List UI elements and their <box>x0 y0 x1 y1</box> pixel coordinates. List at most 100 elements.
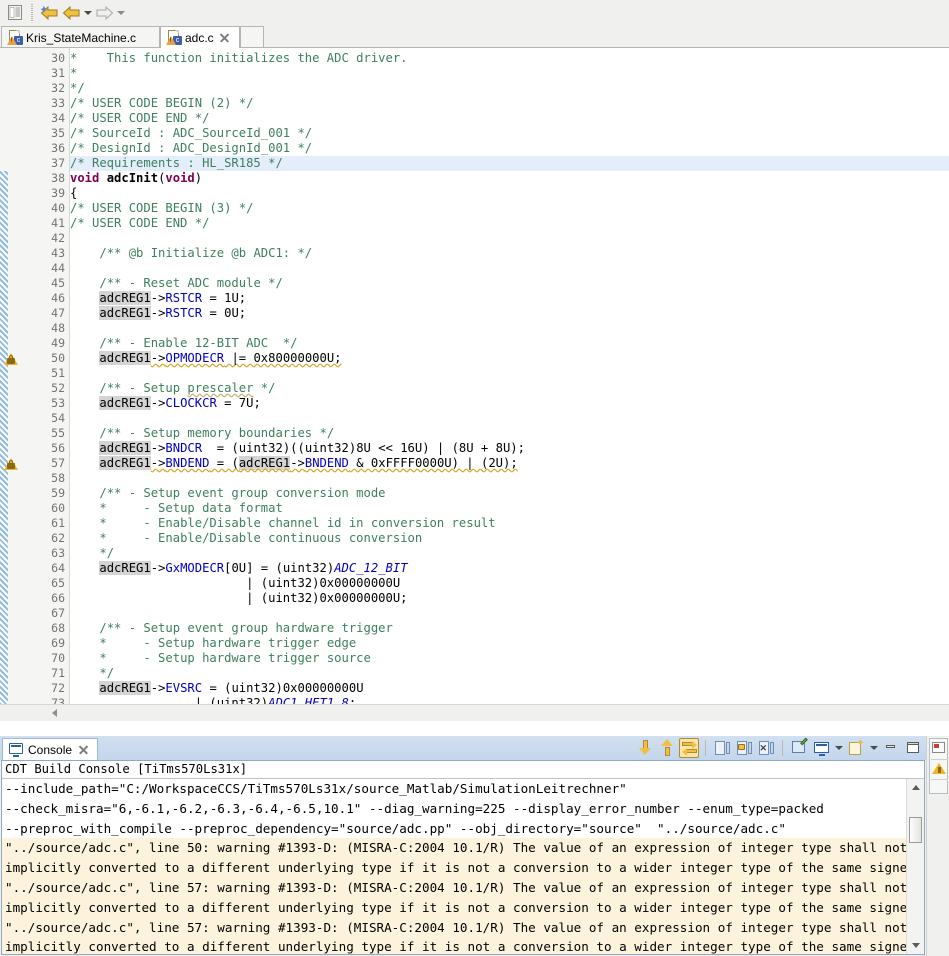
code-line[interactable]: /** - Reset ADC module */ <box>70 276 949 291</box>
problems-view-icon[interactable] <box>932 742 946 756</box>
code-line[interactable]: /* DesignId : ADC_DesignId_001 */ <box>70 141 949 156</box>
minimize-view-button[interactable] <box>881 738 901 758</box>
code-line[interactable]: /* SourceId : ADC_SourceId_001 */ <box>70 126 949 141</box>
code-line[interactable] <box>70 261 949 276</box>
code-line[interactable]: /** - Enable 12-BIT ADC */ <box>70 336 949 351</box>
back-navigation-icon[interactable] <box>60 2 82 23</box>
console-warning-line[interactable]: implicitly converted to a different unde… <box>2 858 907 878</box>
code-line[interactable] <box>70 606 949 621</box>
console-warning-line[interactable]: "../source/adc.c", line 50: warning #139… <box>2 838 907 859</box>
code-line[interactable]: * - Enable/Disable channel id in convers… <box>70 516 949 531</box>
lock-console-icon[interactable] <box>734 738 754 758</box>
scroll-down-arrow-icon[interactable] <box>907 937 924 954</box>
new-console-dropdown-icon[interactable] <box>868 738 879 758</box>
code-line[interactable]: /** - Setup event group conversion mode <box>70 486 949 501</box>
code-line[interactable]: adcREG1->CLOCKCR = 7U; <box>70 396 949 411</box>
remove-console-icon[interactable]: ✕ <box>756 738 776 758</box>
new-console-view-icon[interactable]: ✦ <box>846 738 866 758</box>
close-icon[interactable] <box>218 32 230 44</box>
code-line[interactable]: /* USER CODE END */ <box>70 216 949 231</box>
editor-tab-adc[interactable]: c adc.c <box>160 26 240 49</box>
code-line[interactable]: adcREG1->OPMODECR |= 0x80000000U; <box>70 351 949 366</box>
console-tab[interactable]: Console <box>2 738 99 760</box>
code-line[interactable]: adcREG1->EVSRC = (uint32)0x00000000U <box>70 681 949 696</box>
restore-perspective-icon[interactable] <box>4 2 26 23</box>
warning-marker-icon[interactable] <box>4 457 18 471</box>
display-selected-console-icon[interactable] <box>811 738 831 758</box>
console-output[interactable]: --include_path="C:/WorkspaceCCS/TiTms570… <box>2 779 907 954</box>
console-body: CDT Build Console [TiTms570Ls31x] --incl… <box>1 760 925 955</box>
console-warning-line[interactable]: implicitly converted to a different unde… <box>2 937 907 954</box>
line-number: 31 <box>51 66 65 80</box>
forward-dropdown-icon[interactable] <box>115 2 126 23</box>
code-line[interactable]: adcREG1->GxMODECR[0U] = (uint32)ADC_12_B… <box>70 561 949 576</box>
clear-console-icon[interactable] <box>712 738 732 758</box>
scroll-up-arrow-icon[interactable] <box>907 779 924 796</box>
pin-console-icon[interactable] <box>789 737 809 758</box>
code-line[interactable]: * This function initializes the ADC driv… <box>70 51 949 66</box>
code-line[interactable]: */ <box>70 81 949 96</box>
code-line[interactable]: | (uint32)0x00000000U <box>70 576 949 591</box>
line-number: 55 <box>51 426 65 440</box>
display-console-dropdown-icon[interactable] <box>833 738 844 758</box>
code-line[interactable]: /** - Setup event group hardware trigger <box>70 621 949 636</box>
code-editor[interactable]: 30 31 32 33 34 35 36 37 38 39 40 41 42 43 44 45 46 47 48 49… <box>0 48 949 721</box>
warning-marker-icon[interactable] <box>4 352 18 366</box>
tab-bar-filler <box>240 26 264 48</box>
code-line[interactable] <box>70 321 949 336</box>
code-line[interactable]: /** @b Initialize @b ADC1: */ <box>70 246 949 261</box>
scrollbar-thumb[interactable] <box>909 817 922 843</box>
code-line[interactable]: * - Setup data format <box>70 501 949 516</box>
console-vertical-scrollbar[interactable] <box>906 779 924 954</box>
code-line[interactable]: * - Setup hardware trigger source <box>70 651 949 666</box>
code-line[interactable]: | (uint32)0x00000000U; <box>70 591 949 606</box>
code-line[interactable]: /** - Setup memory boundaries */ <box>70 426 949 441</box>
code-line[interactable]: adcREG1->BNDCR = (uint32)((uint32)8U << … <box>70 441 949 456</box>
editor-tab-kris-statemachine[interactable]: c Kris_StateMachine.c <box>1 26 160 48</box>
maximize-view-button[interactable] <box>903 738 923 758</box>
code-line[interactable]: adcREG1->BNDEND = (adcREG1->BNDEND & 0xF… <box>70 456 949 471</box>
scroll-left-arrow-icon[interactable] <box>52 709 57 717</box>
editor-horizontal-scrollbar[interactable] <box>0 704 949 721</box>
back-history-icon[interactable] <box>38 2 60 23</box>
close-icon[interactable] <box>77 744 89 756</box>
console-line[interactable]: --include_path="C:/WorkspaceCCS/TiTms570… <box>2 779 907 799</box>
code-line[interactable]: * <box>70 66 949 81</box>
console-toolbar: ✕ ✦ <box>635 737 923 759</box>
code-line[interactable] <box>70 366 949 381</box>
code-line[interactable] <box>70 231 949 246</box>
scroll-lock-down-icon[interactable] <box>635 738 655 758</box>
console-line[interactable]: --preproc_with_compile --preproc_depende… <box>2 819 907 839</box>
code-line[interactable] <box>70 411 949 426</box>
line-number: 42 <box>51 231 65 245</box>
line-number: 72 <box>51 681 65 695</box>
code-line[interactable]: { <box>70 186 949 201</box>
code-line[interactable]: void adcInit(void) <box>70 171 949 186</box>
back-dropdown-icon[interactable] <box>82 2 93 23</box>
console-line[interactable]: --check_misra="6,-6.1,-6.2,-6.3,-6.4,-6.… <box>2 799 907 819</box>
console-warning-line[interactable]: "../source/adc.c", line 57: warning #139… <box>2 917 907 938</box>
editor-marker-bar[interactable] <box>0 48 22 721</box>
code-line[interactable]: /* USER CODE END */ <box>70 111 949 126</box>
code-line[interactable]: adcREG1->RSTCR = 1U; <box>70 291 949 306</box>
code-line[interactable]: */ <box>70 666 949 681</box>
code-line[interactable]: adcREG1->RSTCR = 0U; <box>70 306 949 321</box>
code-line[interactable]: */ <box>70 546 949 561</box>
code-line[interactable]: /** - Setup prescaler */ <box>70 381 949 396</box>
scroll-up-icon[interactable] <box>657 738 677 758</box>
console-warning-line[interactable]: "../source/adc.c", line 57: warning #139… <box>2 877 907 898</box>
code-line[interactable]: /* Requirements : HL_SR185 */ <box>70 156 949 171</box>
code-line[interactable] <box>70 471 949 486</box>
code-line[interactable]: /* USER CODE BEGIN (2) */ <box>70 96 949 111</box>
line-number: 33 <box>51 96 65 110</box>
console-warning-line[interactable]: implicitly converted to a different unde… <box>2 897 907 918</box>
editor-line-number-ruler: 30 31 32 33 34 35 36 37 38 39 40 41 42 43 44 45 46 47 48 49… <box>21 48 70 721</box>
editor-text-area[interactable]: * This function initializes the ADC driv… <box>70 48 949 721</box>
code-line[interactable]: * - Setup hardware trigger edge <box>70 636 949 651</box>
forward-navigation-icon[interactable] <box>93 2 115 23</box>
minimized-view-group[interactable] <box>929 738 948 794</box>
code-line[interactable]: /* USER CODE BEGIN (3) */ <box>70 201 949 216</box>
code-line[interactable]: * - Enable/Disable continuous conversion <box>70 531 949 546</box>
scroll-lock-icon[interactable] <box>679 738 699 758</box>
warnings-view-icon[interactable] <box>932 762 946 776</box>
